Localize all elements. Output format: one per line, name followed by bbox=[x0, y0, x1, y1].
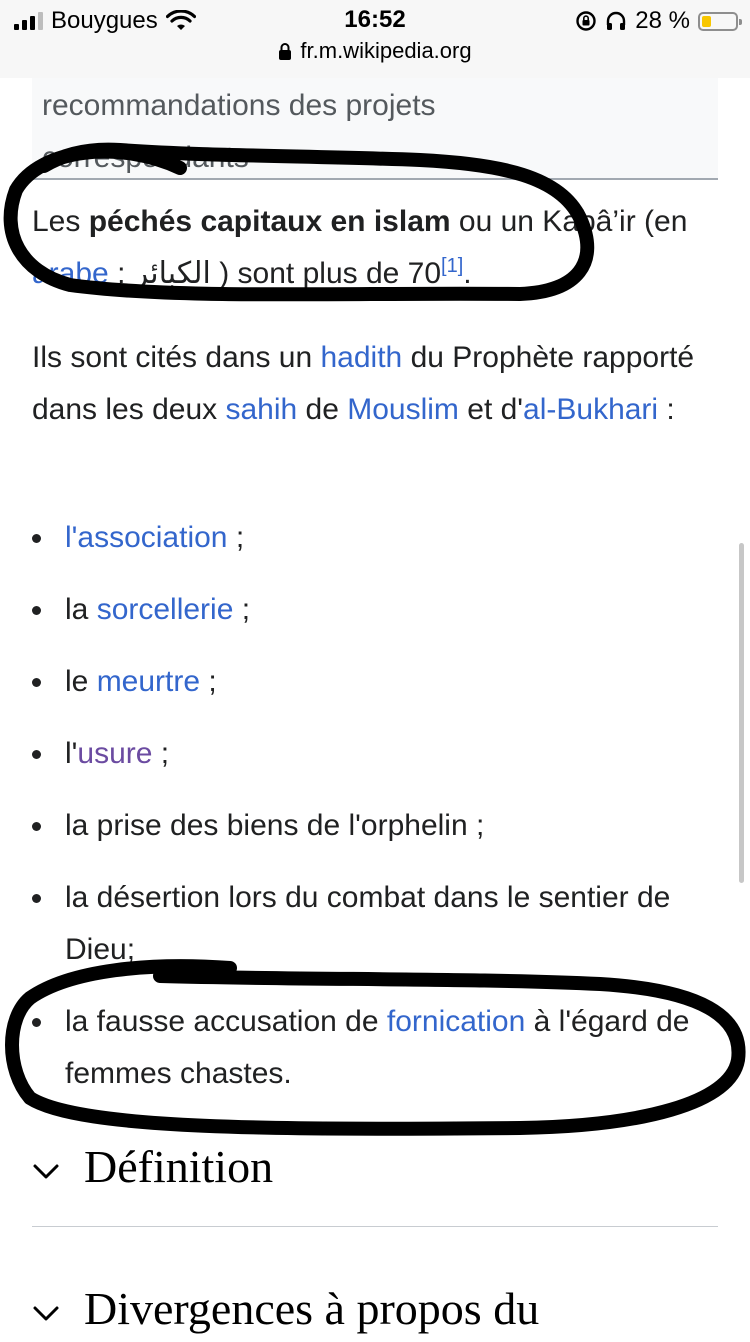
list-item: l'association ; bbox=[32, 512, 718, 564]
link-association[interactable]: l'association bbox=[65, 521, 227, 554]
link-meurtre[interactable]: meurtre bbox=[97, 665, 200, 698]
article-subject: péchés capitaux en islam bbox=[88, 205, 451, 238]
scroll-indicator bbox=[739, 543, 744, 883]
notice-box: recommandations des projets correspondant… bbox=[32, 78, 718, 180]
list-item: la sorcellerie ; bbox=[32, 584, 718, 636]
bullet bbox=[32, 606, 41, 615]
bullet bbox=[32, 822, 41, 831]
link-hadith[interactable]: hadith bbox=[321, 341, 403, 374]
chevron-down-icon bbox=[33, 1306, 59, 1321]
url-bar[interactable]: fr.m.wikipedia.org bbox=[0, 38, 750, 64]
url-text[interactable]: fr.m.wikipedia.org bbox=[300, 38, 471, 64]
sins-list: l'association ; la sorcellerie ; le meur… bbox=[32, 512, 718, 1120]
list-item: le meurtre ; bbox=[32, 656, 718, 708]
section-title[interactable]: Divergences à propos du bbox=[84, 1282, 539, 1335]
link-usure[interactable]: usure bbox=[77, 737, 152, 770]
bullet bbox=[32, 534, 41, 543]
list-item: la désertion lors du combat dans le sent… bbox=[32, 872, 718, 976]
link-arabe[interactable]: arabe bbox=[32, 257, 109, 290]
bullet bbox=[32, 750, 41, 759]
cited-paragraph: Ils sont cités dans un hadith du Prophèt… bbox=[32, 341, 695, 426]
battery-percent: 28 % bbox=[635, 7, 690, 34]
lock-icon bbox=[279, 42, 292, 60]
bullet bbox=[32, 678, 41, 687]
section-divider bbox=[32, 1226, 718, 1227]
list-item: l'usure ; bbox=[32, 728, 718, 780]
intro-paragraph: Les péchés capitaux en islam ou un Kabâ’… bbox=[32, 205, 688, 290]
section-title[interactable]: Définition bbox=[84, 1140, 273, 1193]
list-item: la prise des biens de l'orphelin ; bbox=[32, 800, 718, 852]
list-item: la fausse accusation de fornication à l'… bbox=[32, 996, 718, 1100]
headphones-icon bbox=[607, 11, 626, 30]
reference-link[interactable]: [1] bbox=[441, 255, 463, 277]
link-mouslim[interactable]: Mouslim bbox=[347, 393, 459, 426]
link-al-bukhari[interactable]: al-Bukhari bbox=[523, 393, 658, 426]
section-divergences[interactable]: Divergences à propos du bbox=[32, 1282, 718, 1342]
bullet bbox=[32, 1018, 41, 1027]
notice-text: recommandations des projets correspondant… bbox=[42, 89, 436, 174]
bullet bbox=[32, 894, 41, 903]
chevron-down-icon bbox=[33, 1164, 59, 1179]
link-sahih[interactable]: sahih bbox=[225, 393, 297, 426]
link-sorcellerie[interactable]: sorcellerie bbox=[97, 593, 234, 626]
status-right: 28 % bbox=[575, 6, 742, 36]
status-bar: Bouygues 16:52 28 % fr.m.wikipedia.org bbox=[0, 0, 750, 78]
link-fornication[interactable]: fornication bbox=[387, 1005, 525, 1038]
section-definition[interactable]: Définition bbox=[32, 1140, 718, 1200]
rotation-lock-icon bbox=[576, 11, 596, 31]
battery-icon bbox=[698, 11, 742, 31]
